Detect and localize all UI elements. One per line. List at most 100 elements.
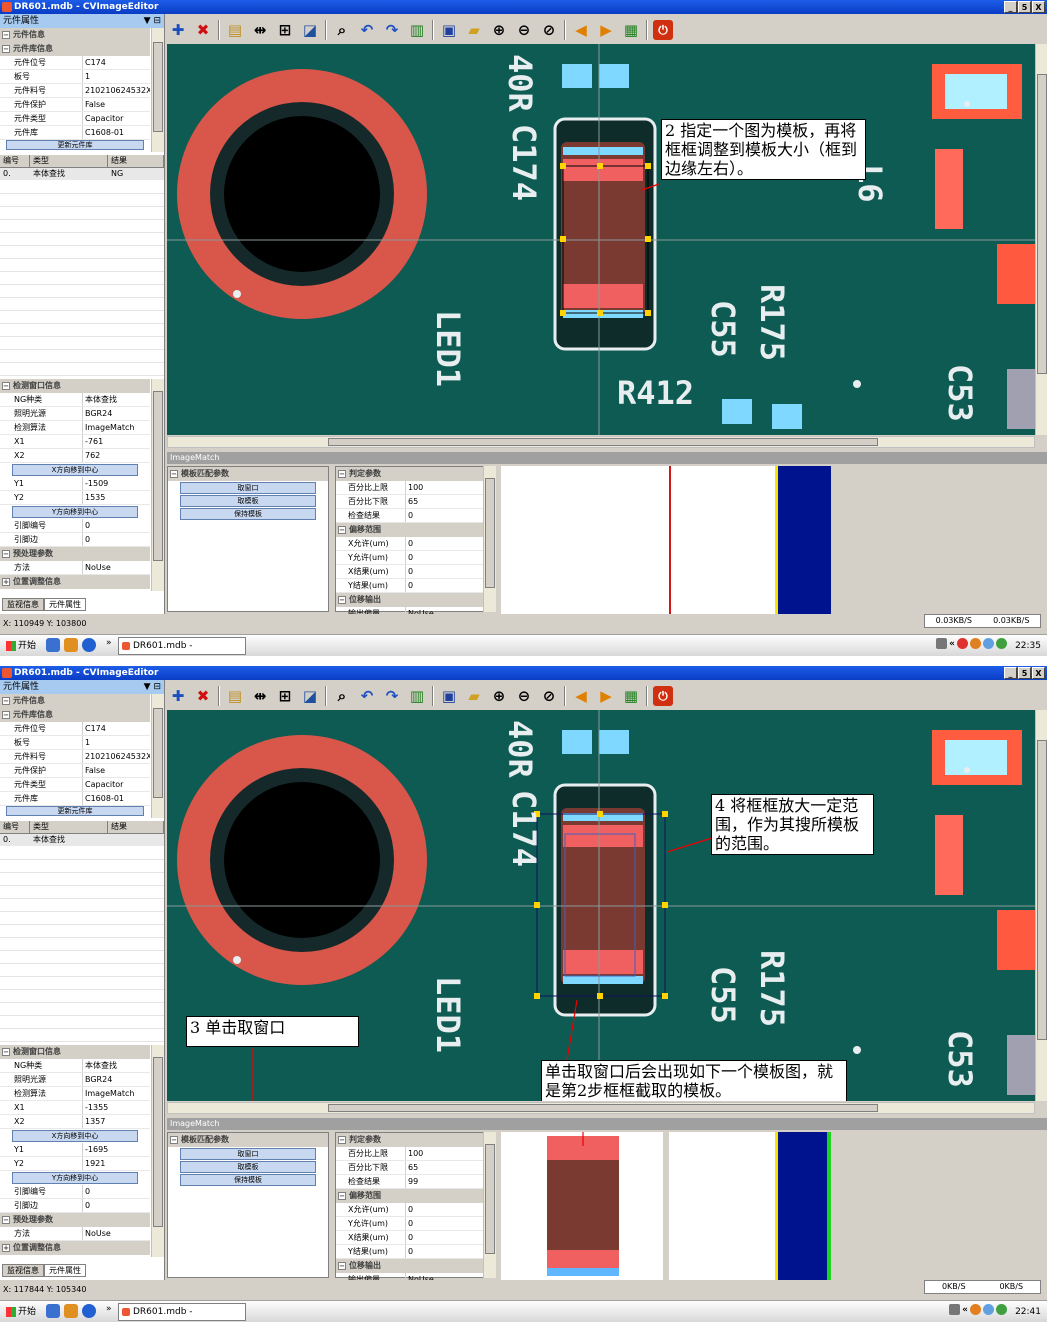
prop-row[interactable]: 引脚编号 0 — [0, 519, 150, 533]
more-arrows[interactable]: » — [106, 638, 112, 648]
delete-icon[interactable]: ✖ — [193, 20, 213, 40]
prop-row[interactable]: X允许(um) 0 — [336, 1203, 494, 1217]
folder-icon[interactable]: ▰ — [464, 686, 484, 706]
cat-detect-window[interactable]: − 检测窗口信息 — [0, 379, 150, 393]
judge-scrollbar[interactable] — [483, 466, 496, 612]
delete-icon[interactable]: ✖ — [193, 686, 213, 706]
zoom-out-icon[interactable]: ⊖ — [514, 20, 534, 40]
col-type[interactable]: 类型 — [30, 821, 108, 833]
start-button[interactable]: 开始 — [2, 638, 40, 654]
undo-icon[interactable]: ↶ — [357, 686, 377, 706]
pcb-image[interactable]: 40R C174 LED1 C55 R175 C53 4 将框框放大一定范围，作… — [167, 710, 1035, 1101]
prop-row[interactable]: 引脚边 0 — [0, 533, 150, 547]
search-icon[interactable]: ⌕ — [332, 686, 352, 706]
prop-row[interactable]: X结果(um) 0 — [336, 1231, 494, 1245]
redo-icon[interactable]: ↷ — [382, 686, 402, 706]
minimize-button[interactable]: _ — [1004, 667, 1017, 679]
antivirus-icon[interactable] — [957, 638, 968, 649]
prop-row[interactable]: 百分比下限 65 — [336, 1161, 494, 1175]
take-template-button[interactable]: 取模板 — [180, 495, 316, 507]
prop-row[interactable]: 照明光源 BGR24 — [0, 1073, 150, 1087]
prop-row[interactable]: 引脚边 0 — [0, 1199, 150, 1213]
cat-component-info[interactable]: − 元件信息 — [0, 694, 150, 708]
image-vscrollbar[interactable] — [1035, 44, 1047, 435]
cat-template-match[interactable]: − 模板匹配参数 — [168, 467, 328, 481]
prop-row[interactable]: 检查结果 99 — [336, 1175, 494, 1189]
cat-judge[interactable]: − 判定参数 — [336, 1133, 494, 1147]
start-button[interactable]: 开始 — [2, 1304, 40, 1320]
take-window-button[interactable]: 取窗口 — [180, 482, 316, 494]
prop-row-y1[interactable]: Y1 -1695 — [0, 1143, 150, 1157]
media-icon[interactable] — [64, 638, 78, 652]
fit-icon[interactable]: ⇹ — [250, 20, 270, 40]
prop-row-x2[interactable]: X2 762 — [0, 449, 150, 463]
col-type[interactable]: 类型 — [30, 155, 108, 167]
table-row[interactable]: 0. 本体查找 — [0, 834, 164, 846]
desktop-icon[interactable] — [46, 1304, 60, 1318]
prop-row-x1[interactable]: X1 -1355 — [0, 1101, 150, 1115]
taskbar-item[interactable]: DR601.mdb - CVImageE... — [118, 1303, 246, 1321]
prop-row-x1[interactable]: X1 -761 — [0, 435, 150, 449]
pcb-image[interactable]: 40R C174 LED1 C55 R175 R412 C53 L6 2 指定一… — [167, 44, 1035, 435]
save-icon[interactable]: ▣ — [439, 20, 459, 40]
keep-template-button[interactable]: 保持模板 — [180, 508, 316, 520]
maximize-button[interactable]: 5 — [1018, 1, 1031, 13]
col-number[interactable]: 编号 — [0, 155, 30, 167]
cat-offset[interactable]: − 偏移范围 — [336, 1189, 494, 1203]
prop-row[interactable]: 元件库 C1608-01 — [0, 126, 150, 140]
prop-row[interactable]: 百分比上限 100 — [336, 481, 494, 495]
prop-row[interactable]: 检测算法 ImageMatch — [0, 421, 150, 435]
cat-output[interactable]: − 位移输出 — [336, 1259, 494, 1273]
zoom-fit-icon[interactable]: ⊞ — [275, 20, 295, 40]
cat-library-info[interactable]: − 元件库信息 — [0, 42, 150, 56]
open-icon[interactable]: ▤ — [225, 686, 245, 706]
book-icon[interactable]: ▥ — [407, 20, 427, 40]
y-center-button[interactable]: Y方向移到中心 — [12, 1172, 138, 1184]
power-icon[interactable]: ⏻ — [653, 685, 673, 706]
zoom-fit-icon[interactable]: ⊞ — [275, 686, 295, 706]
prop-row[interactable]: 元件位号 C174 — [0, 722, 150, 736]
prop-row[interactable]: 方法 NoUse — [0, 561, 150, 575]
tray-arrows[interactable]: « — [949, 639, 955, 649]
props-scrollbar[interactable] — [151, 28, 164, 152]
prop-row[interactable]: 元件保护 False — [0, 764, 150, 778]
prop-row[interactable]: X结果(um) 0 — [336, 565, 494, 579]
network-icon[interactable] — [983, 1304, 994, 1315]
zoom-in-icon[interactable]: ⊕ — [489, 686, 509, 706]
table-row[interactable]: 0. 本体查找 NG — [0, 168, 164, 180]
prop-row[interactable]: 检测算法 ImageMatch — [0, 1087, 150, 1101]
cat-preprocess[interactable]: − 预处理参数 — [0, 547, 150, 561]
prop-row[interactable]: 照明光源 BGR24 — [0, 407, 150, 421]
prop-row[interactable]: 元件类型 Capacitor — [0, 112, 150, 126]
prop-row[interactable]: 百分比上限 100 — [336, 1147, 494, 1161]
user-icon[interactable] — [970, 1304, 981, 1315]
prop-row[interactable]: Y允许(um) 0 — [336, 551, 494, 565]
y-center-button[interactable]: Y方向移到中心 — [12, 506, 138, 518]
cat-component-info[interactable]: − 元件信息 — [0, 28, 150, 42]
tab-monitor[interactable]: 监视信息 — [2, 1264, 44, 1277]
cat-detect-window[interactable]: − 检测窗口信息 — [0, 1045, 150, 1059]
image-hscrollbar[interactable] — [167, 436, 1035, 448]
next-icon[interactable]: ▶ — [596, 686, 616, 706]
prop-row[interactable]: NG种类 本体查找 — [0, 1059, 150, 1073]
col-result[interactable]: 结果 — [108, 155, 164, 167]
browser-icon[interactable] — [82, 638, 96, 652]
keyboard-icon[interactable] — [936, 638, 948, 649]
open-icon[interactable]: ▤ — [225, 20, 245, 40]
detect-scrollbar[interactable] — [151, 379, 164, 591]
close-button[interactable]: X — [1032, 1, 1045, 13]
prop-row[interactable]: 百分比下限 65 — [336, 495, 494, 509]
zoom-in-icon[interactable]: ⊕ — [489, 20, 509, 40]
cat-output[interactable]: − 位移输出 — [336, 593, 494, 607]
add-icon[interactable]: ✚ — [168, 20, 188, 40]
desktop-icon[interactable] — [46, 638, 60, 652]
prop-row[interactable]: 元件料号 210210624532X — [0, 84, 150, 98]
prop-row[interactable]: 元件库 C1608-01 — [0, 792, 150, 806]
prev-icon[interactable]: ◀ — [571, 686, 591, 706]
cat-preprocess[interactable]: − 预处理参数 — [0, 1213, 150, 1227]
save-icon[interactable]: ▣ — [439, 686, 459, 706]
prop-row-x2[interactable]: X2 1357 — [0, 1115, 150, 1129]
prop-row[interactable]: 引脚编号 0 — [0, 1185, 150, 1199]
update-library-button[interactable]: 更新元件库 — [6, 806, 144, 816]
x-center-button[interactable]: X方向移到中心 — [12, 464, 138, 476]
